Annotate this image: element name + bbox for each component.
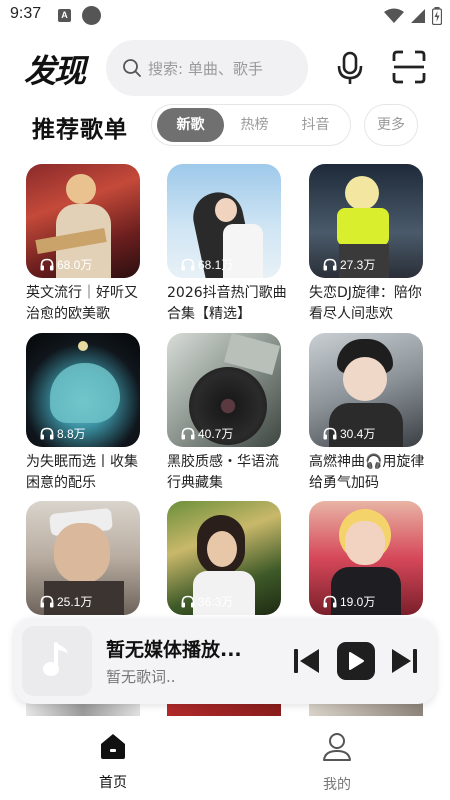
user-icon bbox=[323, 733, 351, 761]
headphones-icon bbox=[181, 258, 195, 271]
play-count: 30.4万 bbox=[323, 425, 375, 442]
recommended-section-header: 推荐歌单 新歌 热榜 抖音 更多 bbox=[0, 102, 450, 148]
bottom-navigation: 首页 我的 bbox=[0, 716, 450, 800]
play-count: 68.1万 bbox=[181, 256, 233, 273]
previous-button[interactable] bbox=[292, 646, 322, 676]
music-note-icon bbox=[43, 642, 68, 676]
wifi-icon bbox=[384, 8, 404, 23]
mini-player[interactable]: 暂无媒体播放... 暂无歌词.. bbox=[14, 618, 436, 704]
nav-home[interactable]: 首页 bbox=[73, 732, 153, 792]
header: 发现 搜索: 单曲、歌手 bbox=[0, 38, 450, 98]
playlist-cover: 25.1万 bbox=[26, 501, 140, 615]
player-track-title: 暂无媒体播放... bbox=[106, 639, 242, 661]
battery-icon bbox=[432, 7, 442, 25]
play-button[interactable] bbox=[337, 642, 375, 680]
playlist-card[interactable]: 8.8万 为失眠而选丨收集困意的配乐 bbox=[26, 333, 140, 494]
playlist-cover: 36.3万 bbox=[167, 501, 281, 615]
playlist-title: 高燃神曲🎧用旋律给勇气加码 bbox=[309, 454, 425, 491]
playlist-card[interactable]: 30.4万 高燃神曲🎧用旋律给勇气加码 bbox=[309, 333, 424, 494]
play-count: 19.0万 bbox=[323, 593, 375, 610]
playlist-cover: 8.8万 bbox=[26, 333, 140, 447]
scan-icon bbox=[392, 50, 426, 84]
category-tabs: 新歌 热榜 抖音 bbox=[151, 104, 351, 146]
playlist-card[interactable]: 25.1万 bbox=[26, 501, 140, 615]
play-count: 68.0万 bbox=[40, 256, 92, 273]
search-icon bbox=[123, 59, 141, 77]
playlist-cover: 30.4万 bbox=[309, 333, 423, 447]
playlist-cover: 40.7万 bbox=[167, 333, 281, 447]
more-button[interactable]: 更多 bbox=[364, 104, 418, 146]
playlist-title: 失恋DJ旋律：陪你看尽人间悲欢 bbox=[309, 285, 422, 322]
skip-previous-icon bbox=[294, 649, 319, 673]
tab-douyin[interactable]: 抖音 bbox=[285, 108, 346, 142]
next-button[interactable] bbox=[389, 646, 419, 676]
playlist-title: 2026抖音热门歌曲合集【精选】 bbox=[167, 285, 287, 322]
playlist-card[interactable]: 36.3万 bbox=[167, 501, 281, 615]
section-title: 推荐歌单 bbox=[32, 117, 128, 143]
playlist-card[interactable]: 40.7万 黑胶质感・华语流行典藏集 bbox=[167, 333, 281, 494]
play-count: 8.8万 bbox=[40, 425, 86, 442]
playlist-card[interactable]: 68.1万 2026抖音热门歌曲合集【精选】 bbox=[167, 164, 287, 325]
signal-icon bbox=[411, 9, 425, 23]
app-logo: 发现 bbox=[24, 52, 86, 90]
search-input[interactable]: 搜索: 单曲、歌手 bbox=[106, 40, 308, 96]
status-time: 9:37 bbox=[10, 5, 42, 22]
voice-search-button[interactable] bbox=[332, 48, 368, 88]
playlist-card[interactable]: 68.0万 英文流行｜好听又治愈的欧美歌 bbox=[26, 164, 140, 325]
nav-profile[interactable]: 我的 bbox=[297, 732, 377, 794]
notification-a-icon: A bbox=[58, 9, 71, 22]
play-count: 27.3万 bbox=[323, 256, 375, 273]
playlist-title: 黑胶质感・华语流行典藏集 bbox=[167, 454, 279, 491]
playlist-cover: 68.1万 bbox=[167, 164, 281, 278]
headphones-icon bbox=[40, 258, 54, 271]
headphones-icon bbox=[40, 595, 54, 608]
status-icons bbox=[384, 6, 442, 26]
microphone-icon bbox=[337, 51, 363, 84]
scan-button[interactable] bbox=[391, 49, 427, 85]
home-icon bbox=[101, 734, 125, 759]
headphones-icon bbox=[323, 427, 337, 440]
headphones-icon bbox=[40, 427, 54, 440]
status-bar: 9:37 A bbox=[0, 0, 450, 32]
play-count: 25.1万 bbox=[40, 593, 92, 610]
headphones-icon bbox=[323, 595, 337, 608]
notification-dot-icon bbox=[82, 6, 101, 25]
playlist-title: 为失眠而选丨收集困意的配乐 bbox=[26, 454, 138, 491]
playlist-cover: 19.0万 bbox=[309, 501, 423, 615]
player-cover bbox=[22, 626, 92, 696]
search-placeholder: 搜索: 单曲、歌手 bbox=[148, 59, 263, 78]
play-count: 36.3万 bbox=[181, 593, 233, 610]
player-lyric: 暂无歌词.. bbox=[106, 668, 176, 686]
nav-home-label: 首页 bbox=[99, 775, 127, 791]
playlist-cover: 27.3万 bbox=[309, 164, 423, 278]
headphones-icon bbox=[181, 595, 195, 608]
headphones-icon bbox=[323, 258, 337, 271]
play-count: 40.7万 bbox=[181, 425, 233, 442]
headphones-icon bbox=[181, 427, 195, 440]
nav-profile-label: 我的 bbox=[323, 777, 351, 793]
playlist-card[interactable]: 27.3万 失恋DJ旋律：陪你看尽人间悲欢 bbox=[309, 164, 423, 325]
playlist-card[interactable]: 19.0万 bbox=[309, 501, 423, 615]
playlist-cover: 68.0万 bbox=[26, 164, 140, 278]
playlist-title: 英文流行｜好听又治愈的欧美歌 bbox=[26, 285, 138, 322]
skip-next-icon bbox=[392, 649, 417, 673]
tab-hot-chart[interactable]: 热榜 bbox=[224, 108, 285, 142]
tab-new-songs[interactable]: 新歌 bbox=[157, 108, 224, 142]
play-icon bbox=[349, 652, 364, 670]
